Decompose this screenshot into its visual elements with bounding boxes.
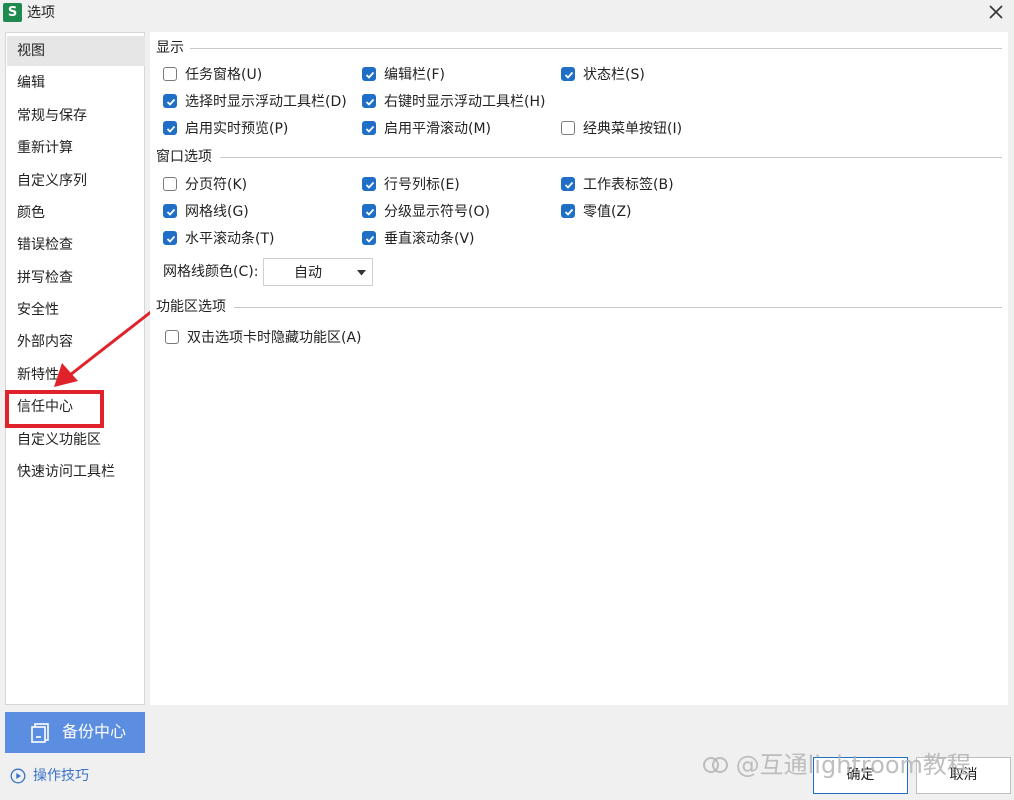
option-label: 网格线(G) xyxy=(185,204,249,220)
checkbox-checked-icon xyxy=(362,204,376,218)
backup-icon xyxy=(31,723,49,743)
checkbox-unchecked-icon xyxy=(561,121,575,135)
option-label: 选择时显示浮动工具栏(D) xyxy=(185,94,347,110)
checkbox-checked-icon xyxy=(362,121,376,135)
checkbox-checked-icon xyxy=(561,67,575,81)
group-divider xyxy=(220,157,1002,158)
checkbox-checked-icon xyxy=(362,94,376,108)
checkbox-checked-icon xyxy=(163,231,177,245)
option-label: 双击选项卡时隐藏功能区(A) xyxy=(187,330,362,346)
option-label: 水平滚动条(T) xyxy=(185,231,275,247)
sidebar-item-customize-ribbon[interactable]: 自定义功能区 xyxy=(7,425,145,455)
close-icon[interactable] xyxy=(986,2,1006,22)
checkbox-unchecked-icon xyxy=(163,67,177,81)
option-label: 工作表标签(B) xyxy=(583,177,674,193)
chevron-down-icon xyxy=(357,270,366,276)
app-logo-icon: S xyxy=(3,3,22,22)
watermark: @互通lightroom教程 xyxy=(702,748,971,782)
option-label: 任务窗格(U) xyxy=(185,67,263,83)
watermark-logo-icon xyxy=(703,757,728,773)
sidebar-item-spell-check[interactable]: 拼写检查 xyxy=(7,263,145,293)
sidebar-item-colors[interactable]: 颜色 xyxy=(7,198,145,228)
group-divider xyxy=(190,48,1002,49)
title-bar: S 选项 xyxy=(0,0,1014,26)
backup-center-button[interactable]: 备份中心 xyxy=(5,712,145,753)
group-title-display: 显示 xyxy=(156,39,188,57)
sidebar-item-edit[interactable]: 编辑 xyxy=(7,68,145,98)
option-label: 分页符(K) xyxy=(185,177,248,193)
checkbox-unchecked-icon xyxy=(163,177,177,191)
group-title-window-options: 窗口选项 xyxy=(156,148,216,166)
checkbox-checked-icon xyxy=(561,177,575,191)
tips-label: 操作技巧 xyxy=(33,768,89,784)
gridline-color-value: 自动 xyxy=(294,265,322,281)
option-label: 状态栏(S) xyxy=(583,67,645,83)
checkbox-checked-icon xyxy=(362,67,376,81)
option-label: 零值(Z) xyxy=(583,204,632,220)
play-circle-icon xyxy=(10,768,26,784)
checkbox-checked-icon xyxy=(163,204,177,218)
sidebar-item-recalculation[interactable]: 重新计算 xyxy=(7,133,145,163)
backup-center-label: 备份中心 xyxy=(62,722,127,741)
sidebar-item-view[interactable]: 视图 xyxy=(7,36,145,66)
option-label: 行号列标(E) xyxy=(384,177,460,193)
option-label: 启用实时预览(P) xyxy=(185,121,289,137)
gridline-color-select[interactable]: 自动 xyxy=(263,258,373,286)
checkbox-checked-icon xyxy=(163,121,177,135)
option-label: 启用平滑滚动(M) xyxy=(384,121,492,137)
group-title-ribbon-options: 功能区选项 xyxy=(156,298,230,316)
option-label: 右键时显示浮动工具栏(H) xyxy=(384,94,546,110)
checkbox-checked-icon xyxy=(163,94,177,108)
annotation-highlight-box xyxy=(5,390,104,428)
sidebar-item-error-check[interactable]: 错误检查 xyxy=(7,230,145,260)
checkbox-unchecked-icon xyxy=(165,330,179,344)
option-label: 经典菜单按钮(I) xyxy=(583,121,683,137)
watermark-text: 互通lightroom教程 xyxy=(759,751,971,779)
sidebar-item-general-save[interactable]: 常规与保存 xyxy=(7,101,145,131)
checkbox-checked-icon xyxy=(362,177,376,191)
group-divider xyxy=(234,307,1002,308)
sidebar-item-custom-lists[interactable]: 自定义序列 xyxy=(7,166,145,196)
window-title: 选项 xyxy=(27,5,55,21)
options-panel: 显示 任务窗格(U) 编辑栏(F) 状态栏(S) 选择时显示浮动工具栏(D) 右… xyxy=(150,32,1008,705)
sidebar-item-quick-access-toolbar[interactable]: 快速访问工具栏 xyxy=(7,457,145,487)
option-label: 编辑栏(F) xyxy=(384,67,445,83)
gridline-color-label: 网格线颜色(C): xyxy=(163,264,259,280)
option-label: 垂直滚动条(V) xyxy=(384,231,475,247)
checkbox-checked-icon xyxy=(362,231,376,245)
checkbox-checked-icon xyxy=(561,204,575,218)
option-label: 分级显示符号(O) xyxy=(384,204,490,220)
